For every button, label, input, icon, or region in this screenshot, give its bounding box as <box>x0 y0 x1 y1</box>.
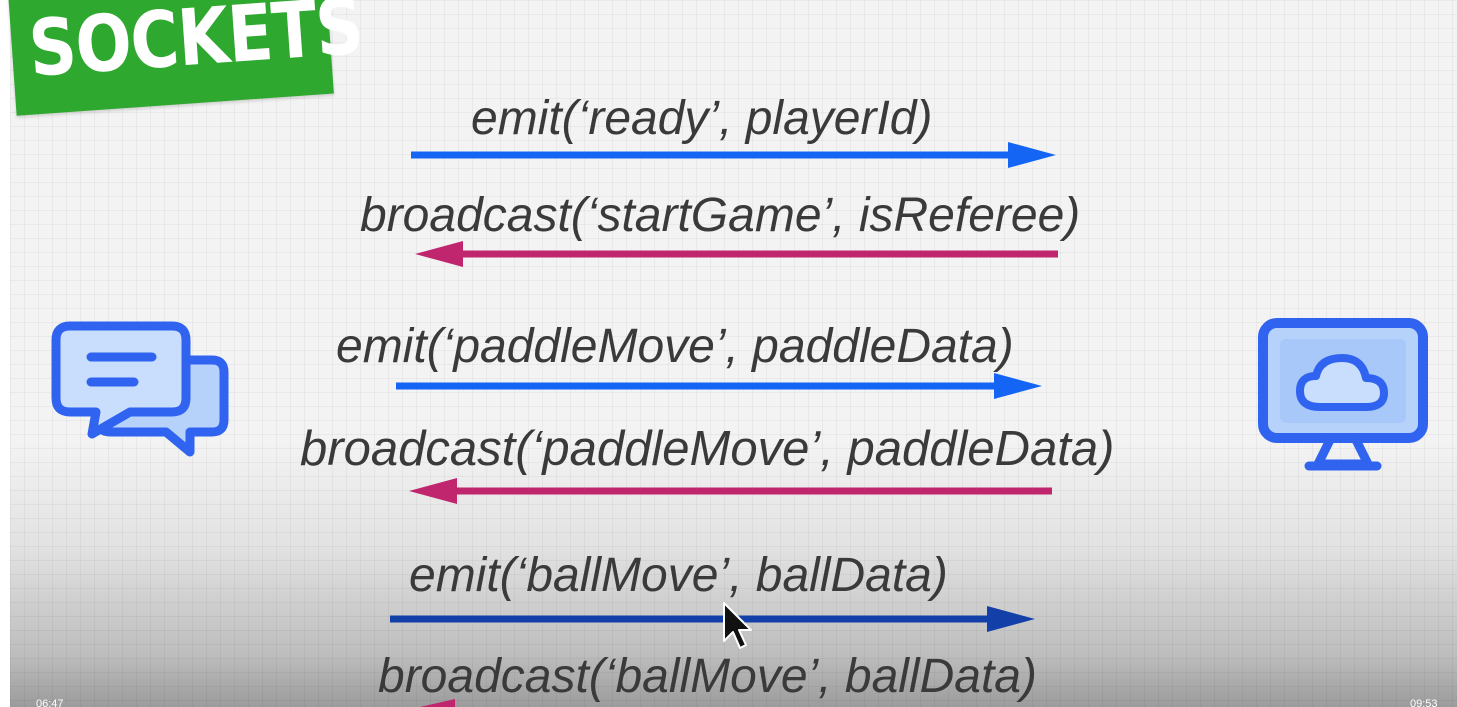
mouse-cursor-icon <box>723 602 752 649</box>
arrow-emit-ballmove <box>390 606 1035 632</box>
arrow-emit-ready-head <box>1008 142 1056 168</box>
arrow-broadcast-startgame-head <box>415 241 463 267</box>
arrow-emit-paddlemove-head <box>994 373 1042 399</box>
chat-bubbles-icon <box>51 321 229 457</box>
message-label-emit-ballmove: emit(‘ballMove’, ballData) <box>409 549 948 602</box>
message-label-emit-ready: emit(‘ready’, playerId) <box>471 92 933 145</box>
current-time: 06:47 <box>36 698 64 707</box>
arrow-emit-ballmove-head <box>987 606 1035 632</box>
cloud-monitor-icon <box>1258 318 1428 471</box>
slide-frame: SOCKETS emit(‘ready’, playerId) broadcas… <box>0 0 1457 707</box>
message-label-broadcast-paddlemove: broadcast(‘paddleMove’, paddleData) <box>300 422 1115 476</box>
arrow-broadcast-startgame <box>415 241 1058 267</box>
arrow-broadcast-paddlemove <box>409 478 1052 504</box>
total-time: 09:53 <box>1410 698 1438 707</box>
arrow-emit-ready <box>411 142 1056 168</box>
message-label-broadcast-ballmove: broadcast(‘ballMove’, ballData) <box>378 650 1037 703</box>
arrow-broadcast-paddlemove-head <box>409 478 457 504</box>
message-label-emit-paddlemove: emit(‘paddleMove’, paddleData) <box>336 320 1014 373</box>
message-label-broadcast-startgame: broadcast(‘startGame’, isReferee) <box>360 189 1081 242</box>
arrow-emit-paddlemove <box>396 373 1042 399</box>
